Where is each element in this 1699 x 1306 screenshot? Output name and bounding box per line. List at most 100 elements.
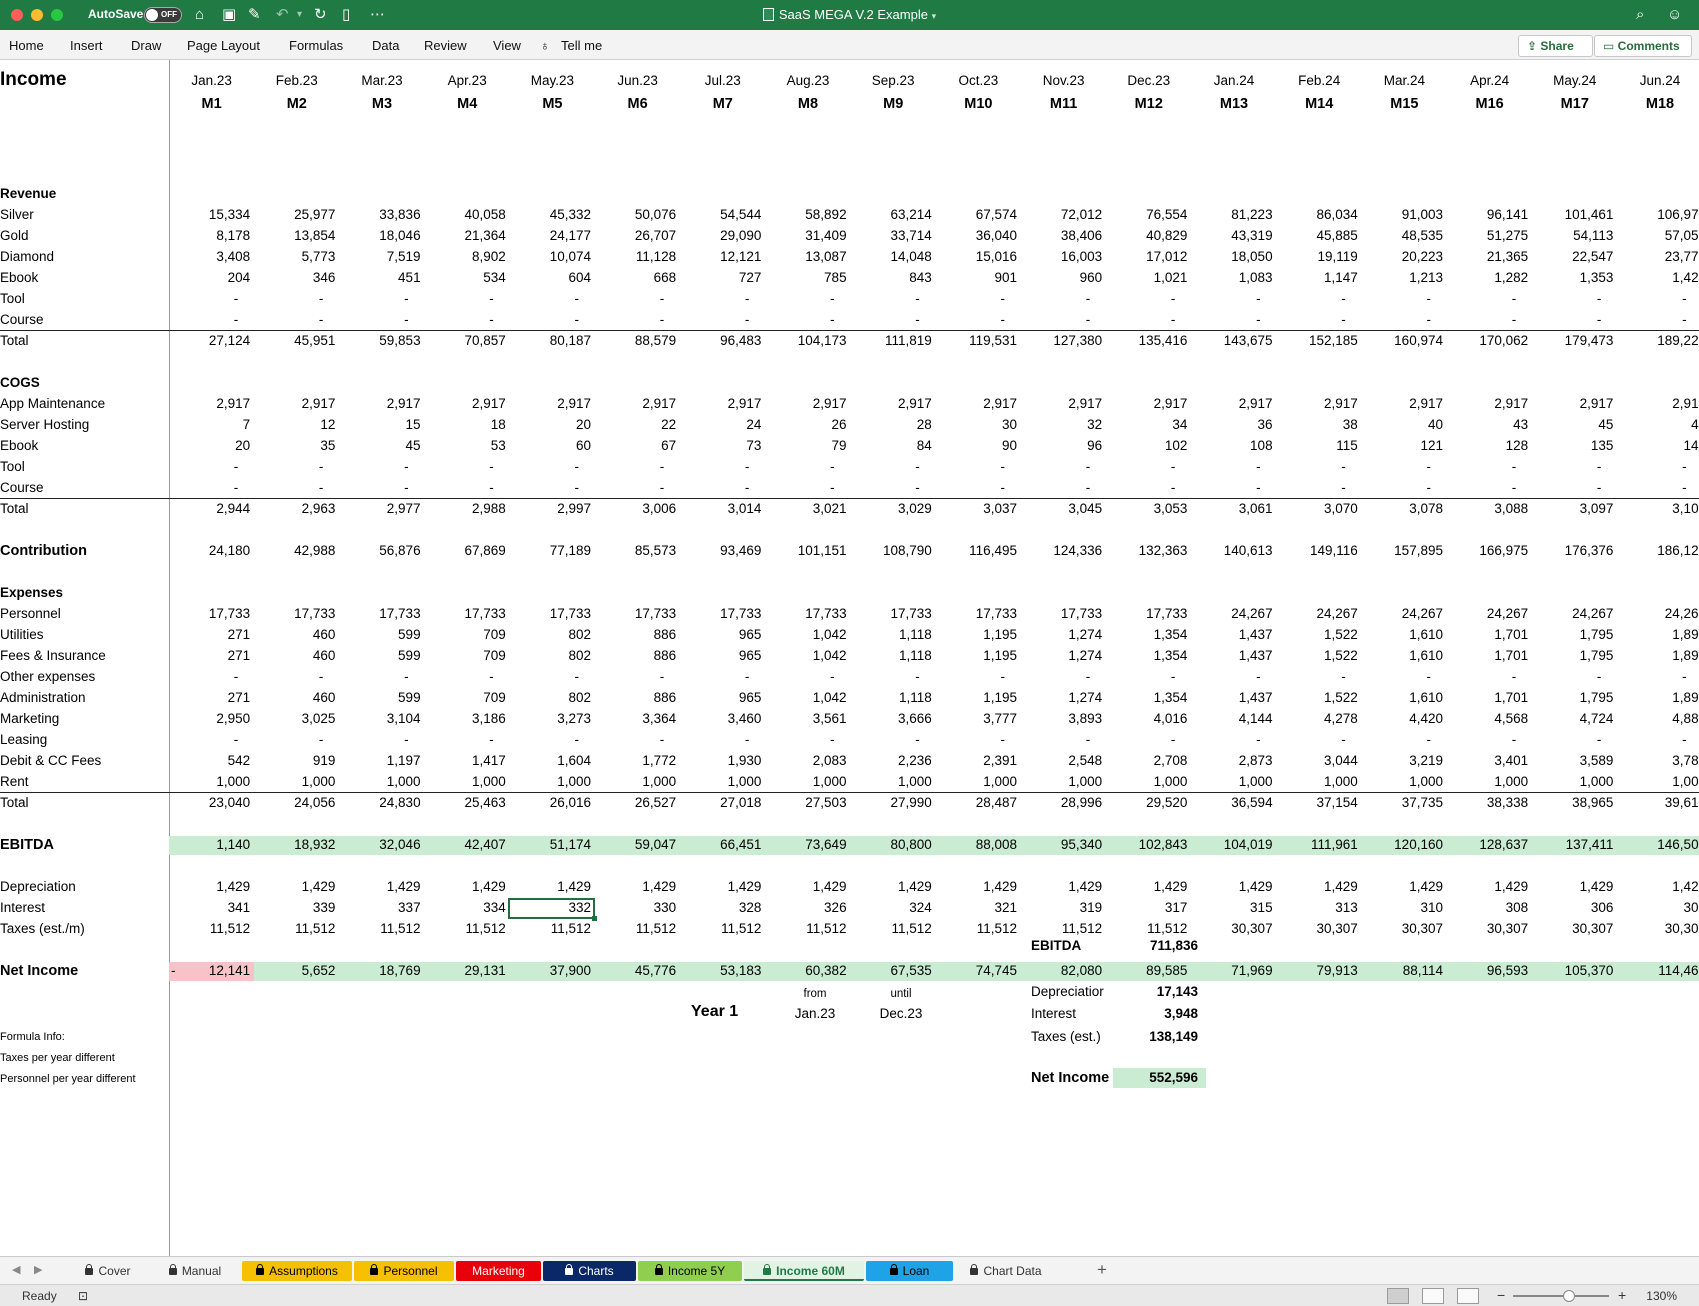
value-cell[interactable]: 17,733 bbox=[936, 604, 1017, 624]
value-cell[interactable]: 24,26 bbox=[1617, 604, 1699, 624]
value-cell[interactable]: 43,319 bbox=[1191, 226, 1272, 246]
value-cell[interactable]: 135 bbox=[1532, 436, 1614, 456]
value-cell[interactable]: 346 bbox=[254, 268, 336, 288]
empty-value-cell[interactable]: - bbox=[1617, 730, 1687, 750]
value-cell[interactable]: 2,917 bbox=[765, 394, 847, 414]
value-cell[interactable]: 116,495 bbox=[936, 541, 1017, 561]
column-month-header[interactable]: M12 bbox=[1106, 94, 1191, 114]
value-cell[interactable]: 67 bbox=[595, 436, 676, 456]
value-cell[interactable]: 4,568 bbox=[1447, 709, 1528, 729]
empty-value-cell[interactable]: - bbox=[254, 478, 324, 498]
value-cell[interactable]: 2,236 bbox=[851, 751, 932, 771]
column-date-header[interactable]: Mar.23 bbox=[339, 71, 424, 91]
row-label[interactable]: Ebook bbox=[0, 436, 38, 456]
value-cell[interactable]: 28,487 bbox=[936, 793, 1017, 813]
value-cell[interactable]: 960 bbox=[1021, 268, 1103, 288]
empty-value-cell[interactable]: - bbox=[765, 457, 835, 477]
value-cell[interactable]: 33,714 bbox=[851, 226, 931, 246]
value-cell[interactable]: 1,147 bbox=[1277, 268, 1358, 288]
value-cell[interactable]: 53 bbox=[425, 436, 506, 456]
column-month-header[interactable]: M7 bbox=[680, 94, 765, 114]
value-cell[interactable]: 709 bbox=[425, 646, 506, 666]
value-cell[interactable]: 96,593 bbox=[1447, 961, 1528, 981]
row-label[interactable]: Revenue bbox=[0, 184, 56, 204]
value-cell[interactable]: 599 bbox=[339, 688, 421, 708]
tab-insert[interactable]: Insert bbox=[70, 38, 103, 53]
value-cell[interactable]: 4,724 bbox=[1532, 709, 1614, 729]
value-cell[interactable]: 709 bbox=[425, 625, 506, 645]
empty-value-cell[interactable]: - bbox=[936, 310, 1005, 330]
value-cell[interactable]: 3,10 bbox=[1617, 499, 1698, 519]
value-cell[interactable]: 18,050 bbox=[1191, 247, 1272, 267]
value-cell[interactable]: 7,519 bbox=[339, 247, 421, 267]
value-cell[interactable]: 2,917 bbox=[595, 394, 676, 414]
value-cell[interactable]: 2,917 bbox=[851, 394, 932, 414]
empty-value-cell[interactable]: - bbox=[339, 457, 409, 477]
value-cell[interactable]: 3,273 bbox=[510, 709, 591, 729]
value-cell[interactable]: 104,173 bbox=[765, 331, 847, 351]
value-cell[interactable]: 2,873 bbox=[1191, 751, 1273, 771]
value-cell[interactable]: 324 bbox=[851, 898, 932, 918]
value-cell[interactable]: 79 bbox=[765, 436, 847, 456]
empty-value-cell[interactable]: - bbox=[1362, 667, 1431, 687]
value-cell[interactable]: 334 bbox=[425, 898, 506, 918]
value-cell[interactable]: 30,307 bbox=[1362, 919, 1443, 939]
empty-value-cell[interactable]: - bbox=[1617, 289, 1687, 309]
value-cell[interactable]: 59,853 bbox=[339, 331, 420, 351]
value-cell[interactable]: 34 bbox=[1106, 415, 1187, 435]
value-cell[interactable]: 26 bbox=[765, 415, 847, 435]
empty-value-cell[interactable]: - bbox=[936, 478, 1005, 498]
value-cell[interactable]: 886 bbox=[595, 625, 677, 645]
summary-taxes-value[interactable]: 138,149 bbox=[1113, 1027, 1198, 1047]
value-cell[interactable]: 3,006 bbox=[595, 499, 676, 519]
value-cell[interactable]: 140,613 bbox=[1191, 541, 1273, 561]
empty-value-cell[interactable]: - bbox=[1532, 457, 1602, 477]
value-cell[interactable]: 306 bbox=[1532, 898, 1614, 918]
value-cell[interactable]: 127,380 bbox=[1021, 331, 1102, 351]
value-cell[interactable]: 2,917 bbox=[680, 394, 762, 414]
column-date-header[interactable]: Jun.23 bbox=[595, 71, 680, 91]
value-cell[interactable]: 4,278 bbox=[1277, 709, 1358, 729]
value-cell[interactable]: 271 bbox=[169, 688, 251, 708]
value-cell[interactable]: 72,012 bbox=[1021, 205, 1102, 225]
value-cell[interactable]: 1,610 bbox=[1362, 688, 1443, 708]
row-label[interactable]: Personnel bbox=[0, 604, 61, 624]
column-date-header[interactable]: May.24 bbox=[1532, 71, 1617, 91]
value-cell[interactable]: 1,000 bbox=[595, 772, 676, 792]
value-cell[interactable]: 21,364 bbox=[425, 226, 505, 246]
column-month-header[interactable]: M2 bbox=[254, 94, 339, 114]
zoom-out-icon[interactable]: − bbox=[1497, 1287, 1505, 1303]
column-month-header[interactable]: M16 bbox=[1447, 94, 1532, 114]
tab-data[interactable]: Data bbox=[372, 38, 399, 53]
empty-value-cell[interactable]: - bbox=[851, 730, 920, 750]
empty-value-cell[interactable]: - bbox=[1447, 457, 1517, 477]
value-cell[interactable]: 2,083 bbox=[765, 751, 847, 771]
empty-value-cell[interactable]: - bbox=[510, 667, 579, 687]
row-label[interactable]: COGS bbox=[0, 373, 40, 393]
empty-value-cell[interactable]: - bbox=[1277, 310, 1346, 330]
empty-value-cell[interactable]: - bbox=[680, 730, 750, 750]
value-cell[interactable]: 1,042 bbox=[765, 625, 847, 645]
empty-value-cell[interactable]: - bbox=[1191, 289, 1261, 309]
column-date-header[interactable]: Jun.24 bbox=[1617, 71, 1699, 91]
empty-value-cell[interactable]: - bbox=[1106, 457, 1176, 477]
row-label[interactable]: Ebook bbox=[0, 268, 38, 288]
value-cell[interactable]: 189,22 bbox=[1617, 331, 1698, 351]
value-cell[interactable]: 1,42 bbox=[1617, 268, 1698, 288]
value-cell[interactable]: 1,213 bbox=[1362, 268, 1443, 288]
value-cell[interactable]: 802 bbox=[510, 625, 591, 645]
value-cell[interactable]: 2,950 bbox=[169, 709, 250, 729]
value-cell[interactable]: 25,463 bbox=[425, 793, 505, 813]
row-label[interactable]: Administration bbox=[0, 688, 86, 708]
value-cell[interactable]: 20,223 bbox=[1362, 247, 1443, 267]
column-month-header[interactable]: M8 bbox=[765, 94, 850, 114]
value-cell[interactable]: 26,707 bbox=[595, 226, 676, 246]
value-cell[interactable]: 17,733 bbox=[510, 604, 591, 624]
value-cell[interactable]: 1,429 bbox=[595, 877, 676, 897]
value-cell[interactable]: 1,000 bbox=[510, 772, 591, 792]
value-cell[interactable]: 1,795 bbox=[1532, 688, 1614, 708]
value-cell[interactable]: 1,89 bbox=[1617, 688, 1698, 708]
value-cell[interactable]: 179,473 bbox=[1532, 331, 1614, 351]
row-label[interactable]: Marketing bbox=[0, 709, 59, 729]
value-cell[interactable]: 26,016 bbox=[510, 793, 591, 813]
